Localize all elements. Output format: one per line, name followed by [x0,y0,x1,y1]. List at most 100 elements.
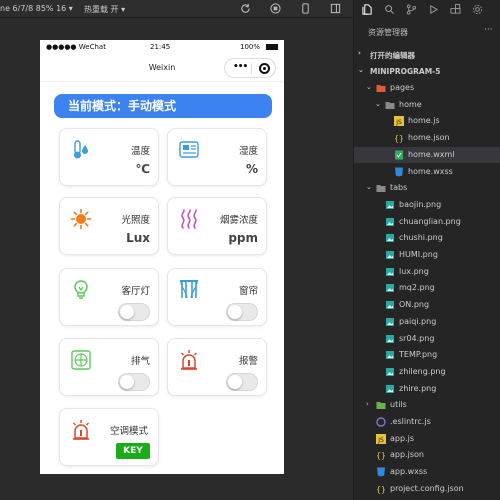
wxss-file-icon [394,167,404,177]
living-light-switch[interactable] [118,303,150,321]
folder-utils[interactable]: › utils [354,397,500,413]
file-zhileng-png[interactable]: zhileng.png [354,364,500,380]
files-icon[interactable] [362,4,373,15]
project-section[interactable]: ⌄ MINIPROGRAM-5 [354,64,500,78]
tree-item-label: baojin.png [399,199,442,209]
tree-item-label: tabs [390,183,408,193]
curtain-card: 窗帘 [167,268,267,326]
detach-icon[interactable] [330,3,341,14]
capsule-menu[interactable]: ••• [224,58,276,78]
chevron-right-icon: › [358,49,361,57]
file-app-json[interactable]: {} app.json [354,447,500,463]
alarm-switch[interactable] [226,373,258,391]
folder-icon [376,83,386,93]
file-home-wxml[interactable]: home.wxml [354,146,500,163]
tree-item-label: app.json [390,450,424,460]
json-file-icon: {} [376,450,386,460]
file-humi-png[interactable]: HUMI.png [354,247,500,263]
png-file-icon [385,350,395,360]
stop-icon[interactable] [270,3,281,14]
file-project-config-json[interactable]: {} project.config.json [354,481,500,497]
tree-item-label: lux.png [399,266,429,276]
more-icon[interactable]: ••• [233,62,248,72]
file-sr04-png[interactable]: sr04.png [354,331,500,347]
tree-item-label: home.wxml [408,149,455,159]
tree-item-label: pages [390,83,415,92]
wxml-file-icon [394,150,404,160]
temperature-card: 温度 ℃ [59,128,159,186]
capsule-divider [251,63,252,74]
tree-item-label: paiqi.png [399,316,437,326]
svg-text:JS: JS [395,119,402,126]
folder-icon [376,400,386,410]
file-lux-png[interactable]: lux.png [354,264,500,280]
exhaust-switch[interactable] [118,373,150,391]
png-file-icon [385,317,395,327]
curtain-switch[interactable] [226,303,258,321]
humidity-value: % [245,162,258,176]
tree-item-label: .eslintrc.js [390,417,431,426]
file-mq2-png[interactable]: mq2.png [354,280,500,296]
siren-icon [73,420,89,440]
file-app-wxss[interactable]: app.wxss [354,464,500,480]
key-button[interactable]: KEY [116,443,150,459]
close-target-icon[interactable] [259,63,270,74]
file-home-js[interactable]: JS home.js [354,113,500,129]
carrier-label: ●●●●● WeChat [46,43,106,51]
ac-mode-card: 空调模式 KEY [59,408,159,466]
file-app-js[interactable]: JS app.js [354,431,500,447]
smoke-card: 烟雾浓度 ppm [167,197,267,255]
png-file-icon [385,283,395,293]
folder-icon [376,183,386,193]
chevron-down-icon: ⌄ [375,99,381,108]
phone-icon[interactable] [300,3,311,14]
png-file-icon [385,250,395,260]
file-home-json[interactable]: {} home.json [354,130,500,146]
rotate-icon[interactable] [240,3,251,14]
tree-item-label: chushi.png [399,233,443,243]
debug-icon[interactable] [428,4,439,15]
explorer-title: 资源管理器 [368,28,408,37]
settings-icon[interactable] [472,4,483,15]
tree-item-label: home.json [408,133,450,143]
svg-text:{}: {} [394,134,404,143]
chevron-down-icon: ⌄ [358,66,364,74]
tree-item-label: project.config.json [390,483,464,493]
png-file-icon [385,334,395,344]
open-editors-section[interactable]: › 打开的编辑器 [354,47,500,61]
light-value: Lux [126,231,150,245]
folder-tabs[interactable]: ⌄ tabs [354,180,500,196]
json-file-icon: {} [376,484,386,494]
hot-reload-toggle[interactable]: 热重载 开 ▾ [84,4,125,15]
exhaust-label: 排气 [130,356,150,367]
svg-text:JS: JS [377,437,384,444]
png-file-icon [385,300,395,310]
more-actions-icon[interactable]: ··· [484,25,493,35]
search-icon[interactable] [384,4,395,15]
file-chushi-png[interactable]: chushi.png [354,230,500,246]
folder-home[interactable]: ⌄ home [354,97,500,113]
humidity-meter-icon [179,141,199,158]
file-baojin-png[interactable]: baojin.png [354,197,500,213]
device-selector[interactable]: ne 6/7/8 85% 16 ▾ [0,4,73,13]
file-home-wxss[interactable]: home.wxss [354,164,500,180]
fan-icon [71,350,91,370]
living-light-label: 客厅灯 [121,286,150,297]
file-eslintrc-js[interactable]: .eslintrc.js [354,414,500,430]
file-zhire-png[interactable]: zhire.png [354,381,500,397]
nav-bar: Weixin ••• [40,54,284,82]
project-label: MINIPROGRAM-5 [370,67,441,76]
eslint-file-icon [376,417,386,427]
source-control-icon[interactable] [406,4,417,15]
folder-pages[interactable]: ⌄ pages [354,80,500,96]
json-file-icon: {} [394,133,404,143]
humidity-card: 湿度 % [167,128,267,186]
file-temp-png[interactable]: TEMP.png [354,347,500,363]
file-paiqi-png[interactable]: paiqi.png [354,314,500,330]
activity-bar [354,0,500,20]
curtain-label: 窗帘 [238,286,258,297]
tree-item-label: zhileng.png [399,366,446,376]
file-on-png[interactable]: ON.png [354,297,500,313]
extensions-icon[interactable] [450,4,461,15]
file-chuanglian-png[interactable]: chuanglian.png [354,214,500,230]
